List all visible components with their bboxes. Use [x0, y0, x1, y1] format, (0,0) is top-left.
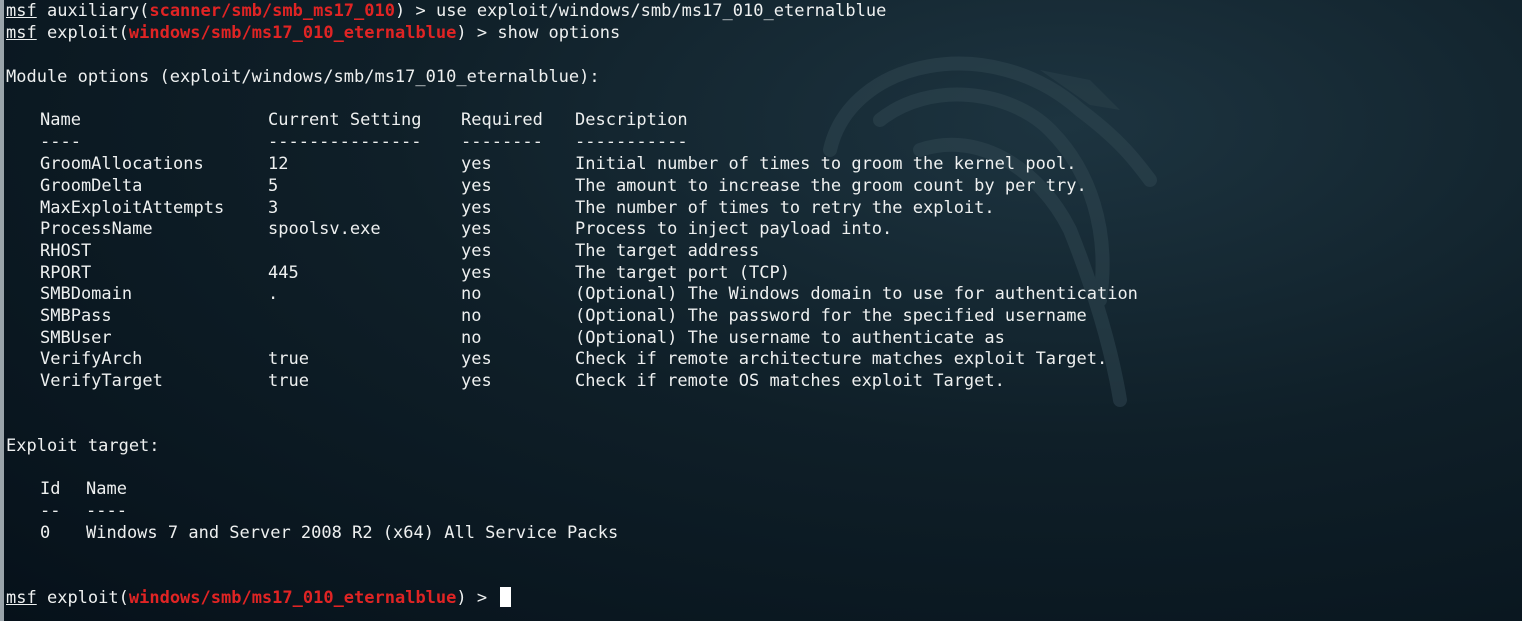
- option-setting: 5: [268, 176, 279, 196]
- option-required: no: [461, 328, 482, 348]
- option-required: no: [461, 284, 482, 304]
- option-setting: 445: [268, 263, 299, 283]
- option-required: yes: [461, 176, 492, 196]
- option-setting: 12: [268, 154, 289, 174]
- msf-label: msf: [6, 1, 37, 21]
- option-name: MaxExploitAttempts: [40, 198, 225, 218]
- table-row: MaxExploitAttempts 3 yes The number of t…: [6, 197, 1306, 219]
- module-path: scanner/smb/smb_ms17_010: [149, 1, 395, 21]
- msf-label: msf: [6, 23, 37, 43]
- option-name: GroomDelta: [40, 176, 143, 196]
- prompt-line-1: msf auxiliary(scanner/smb/smb_ms17_010) …: [6, 1, 887, 21]
- option-description: Check if remote OS matches exploit Targe…: [575, 371, 1005, 391]
- table-row: SMBUser no (Optional) The username to au…: [6, 327, 1306, 349]
- option-name: SMBUser: [40, 328, 112, 348]
- option-name: SMBDomain: [40, 284, 133, 304]
- option-required: no: [461, 306, 482, 326]
- module-path: windows/smb/ms17_010_eternalblue: [128, 23, 457, 43]
- option-description: The target port (TCP): [575, 263, 790, 283]
- exploit-target-heading: Exploit target:: [6, 436, 160, 456]
- target-table-separator: -- ----: [40, 501, 127, 521]
- options-table-header: Name Current Setting Required Descriptio…: [6, 109, 1306, 131]
- option-name: GroomAllocations: [40, 154, 204, 174]
- option-description: Process to inject payload into.: [575, 219, 893, 239]
- option-setting: .: [268, 284, 279, 304]
- command-text: show options: [497, 23, 621, 43]
- option-required: yes: [461, 198, 492, 218]
- table-row: ProcessName spoolsv.exe yes Process to i…: [6, 218, 1306, 240]
- command-text: use exploit/windows/smb/ms17_010_eternal…: [435, 1, 887, 21]
- target-id: 0: [40, 523, 51, 543]
- option-description: Initial number of times to groom the ker…: [575, 154, 1077, 174]
- option-description: (Optional) The Windows domain to use for…: [575, 284, 1138, 304]
- table-row: SMBPass no (Optional) The password for t…: [6, 305, 1306, 327]
- col-description-header: Description: [575, 110, 688, 130]
- target-table-header: Id Name: [6, 478, 806, 500]
- col-setting-header: Current Setting: [268, 110, 422, 130]
- module-options-heading: Module options (exploit/windows/smb/ms17…: [6, 67, 600, 87]
- option-name: VerifyTarget: [40, 371, 163, 391]
- current-prompt[interactable]: msf exploit(windows/smb/ms17_010_eternal…: [6, 587, 512, 609]
- option-description: (Optional) The password for the specifie…: [575, 306, 1087, 326]
- option-description: (Optional) The username to authenticate …: [575, 328, 1005, 348]
- option-name: ProcessName: [40, 219, 153, 239]
- table-row: GroomAllocations 12 yes Initial number o…: [6, 153, 1306, 175]
- option-name: SMBPass: [40, 306, 112, 326]
- option-description: The number of times to retry the exploit…: [575, 198, 995, 218]
- col-required-header: Required: [461, 110, 543, 130]
- option-description: Check if remote architecture matches exp…: [575, 349, 1108, 369]
- col-name-header: Name: [40, 110, 81, 130]
- option-name: RHOST: [40, 241, 92, 261]
- table-row: RPORT 445 yes The target port (TCP): [6, 262, 1306, 284]
- window-left-edge: [0, 0, 4, 621]
- col-target-name-header: Name: [86, 479, 127, 499]
- table-row: GroomDelta 5 yes The amount to increase …: [6, 175, 1306, 197]
- msf-label: msf: [6, 588, 37, 608]
- table-row: 0 Windows 7 and Server 2008 R2 (x64) All…: [6, 522, 806, 544]
- table-row: VerifyArch true yes Check if remote arch…: [6, 348, 1306, 370]
- option-setting: spoolsv.exe: [268, 219, 381, 239]
- table-row: RHOST yes The target address: [6, 240, 1306, 262]
- option-required: yes: [461, 154, 492, 174]
- option-required: yes: [461, 263, 492, 283]
- option-required: yes: [461, 219, 492, 239]
- module-path: windows/smb/ms17_010_eternalblue: [128, 588, 457, 608]
- terminal-output[interactable]: msf auxiliary(scanner/smb/smb_ms17_010) …: [6, 0, 1516, 621]
- option-required: yes: [461, 349, 492, 369]
- option-required: yes: [461, 371, 492, 391]
- option-setting: 3: [268, 198, 279, 218]
- option-setting: true: [268, 349, 309, 369]
- options-table-separator: ---- --------------- -------- ----------…: [40, 132, 688, 152]
- block-cursor-icon[interactable]: [500, 587, 512, 607]
- option-name: RPORT: [40, 263, 92, 283]
- option-description: The target address: [575, 241, 760, 261]
- option-name: VerifyArch: [40, 349, 143, 369]
- option-setting: true: [268, 371, 309, 391]
- option-description: The amount to increase the groom count b…: [575, 176, 1087, 196]
- table-row: VerifyTarget true yes Check if remote OS…: [6, 370, 1306, 392]
- target-name: Windows 7 and Server 2008 R2 (x64) All S…: [86, 523, 619, 543]
- table-row: SMBDomain . no (Optional) The Windows do…: [6, 283, 1306, 305]
- prompt-line-2: msf exploit(windows/smb/ms17_010_eternal…: [6, 23, 621, 43]
- col-id-header: Id: [40, 479, 61, 499]
- option-required: yes: [461, 241, 492, 261]
